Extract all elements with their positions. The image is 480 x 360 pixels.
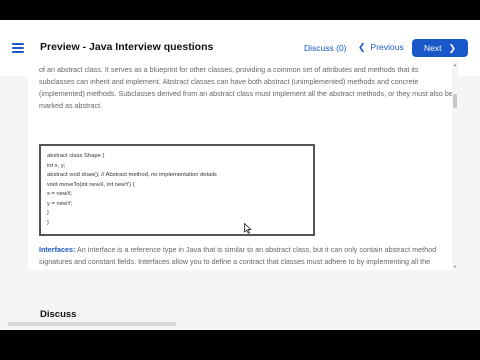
content-scrollbar[interactable]: ▲ ▼ — [452, 60, 458, 270]
scrollbar-thumb[interactable] — [453, 94, 457, 108]
code-line: x = newX; — [47, 191, 73, 197]
app-frame: Preview - Java Interview questions Discu… — [0, 20, 480, 330]
interfaces-term: Interfaces: — [39, 245, 76, 254]
code-line: int x, y; — [47, 162, 66, 169]
code-line: } — [47, 210, 49, 216]
next-label: Next — [423, 43, 442, 53]
chevron-right-icon: ❯ — [448, 43, 457, 53]
page-title: Preview - Java Interview questions — [40, 41, 214, 53]
lesson-content: of an abstract class. It serves as a blu… — [28, 60, 456, 270]
interfaces-text: An interface is a reference type in Java… — [39, 245, 437, 270]
horizontal-scrollbar[interactable] — [8, 322, 176, 326]
code-line: abstract class Shape { — [47, 153, 105, 159]
previous-button[interactable]: ❮ Previous — [358, 42, 404, 53]
code-line: abstract void draw(); // Abstract method… — [47, 172, 217, 178]
code-line: void moveTo(int newX, int newY) { — [47, 181, 135, 188]
code-line: } — [47, 219, 49, 226]
previous-label: Previous — [370, 42, 404, 52]
next-button[interactable]: Next ❯ — [412, 39, 468, 57]
chevron-left-icon: ❮ — [358, 42, 366, 52]
hamburger-icon[interactable] — [12, 43, 24, 53]
paragraph-interfaces: Interfaces: An interface is a reference … — [39, 244, 455, 270]
discuss-button[interactable]: Discuss (0) — [304, 43, 347, 53]
scroll-down-icon[interactable]: ▼ — [453, 264, 457, 269]
paragraph-abstract-class: of an abstract class. It serves as a blu… — [39, 65, 453, 110]
code-block: abstract class Shape { int x, y; abstrac… — [39, 144, 315, 236]
scroll-up-icon[interactable]: ▲ — [453, 62, 457, 67]
discuss-heading: Discuss — [40, 309, 77, 320]
code-line: y = newY; — [47, 200, 73, 207]
